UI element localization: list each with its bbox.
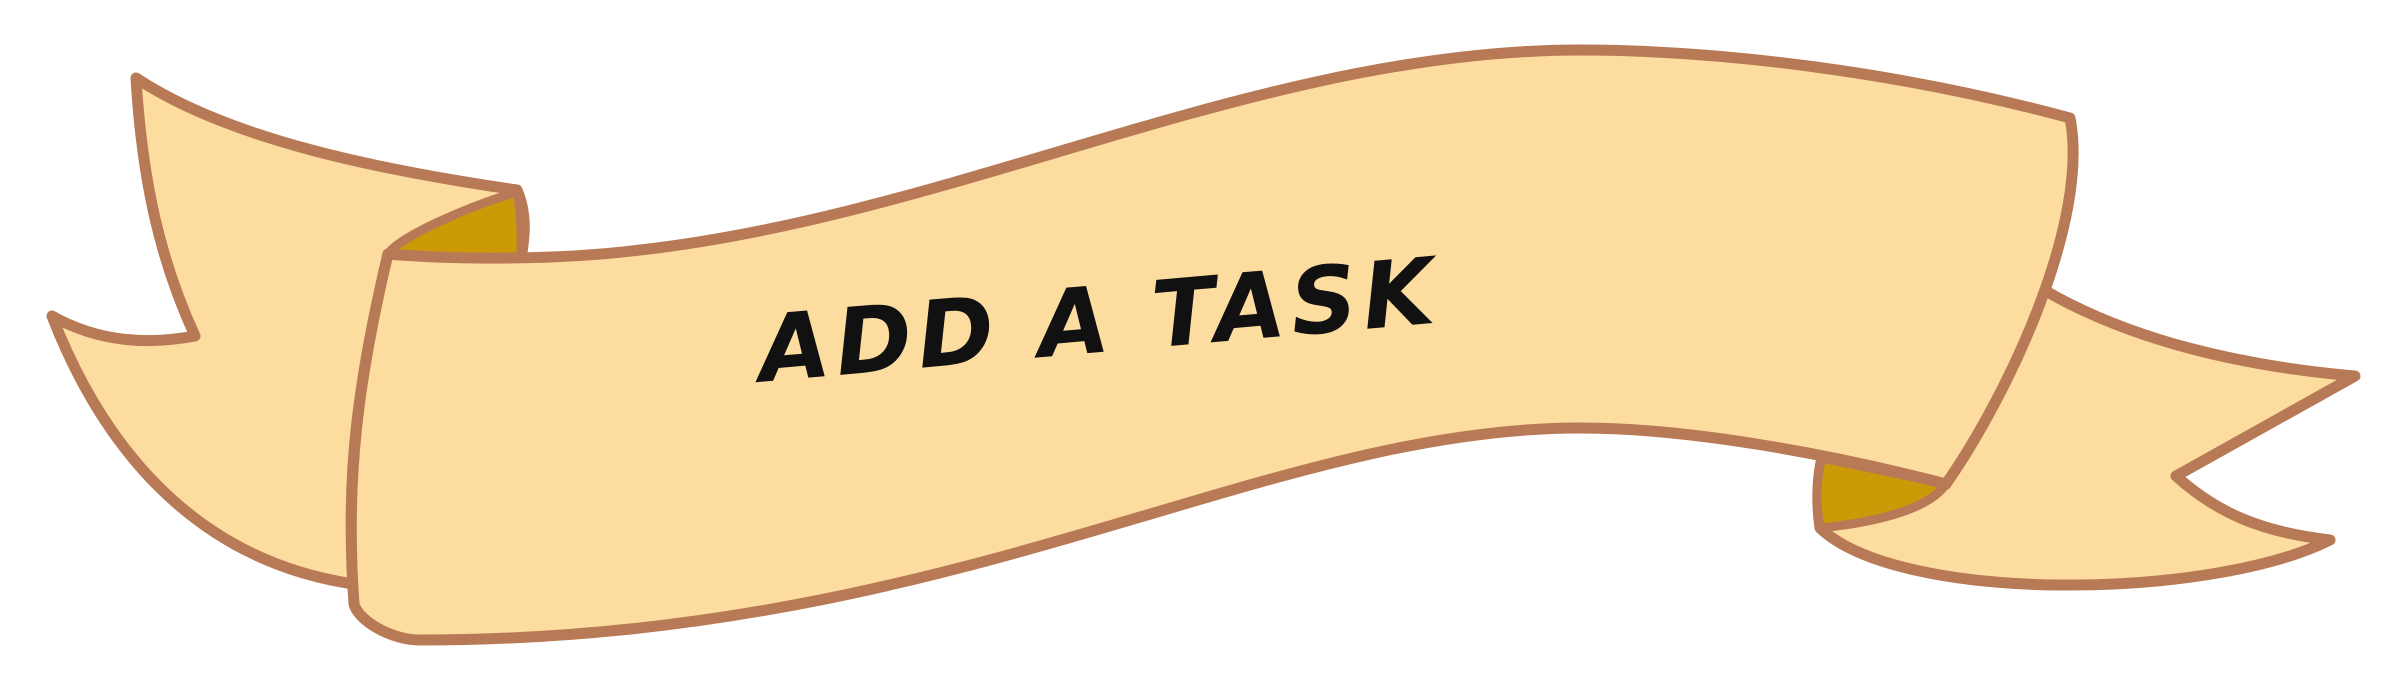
ribbon-banner-graphic: ADD A TASK [46, 44, 2361, 646]
add-task-banner[interactable]: ADD A TASK [0, 0, 2400, 696]
